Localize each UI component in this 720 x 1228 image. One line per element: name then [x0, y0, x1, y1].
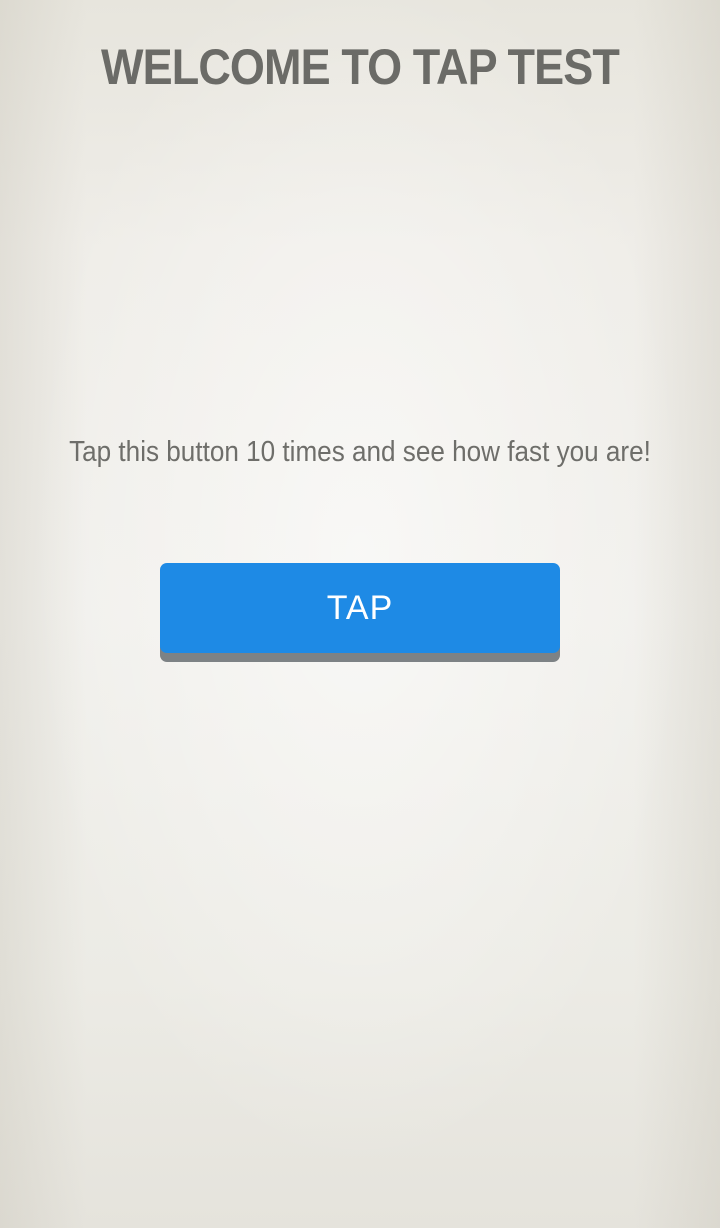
- tap-button-label: TAP: [326, 588, 394, 627]
- page-title: WELCOME TO TAP TEST: [101, 39, 620, 95]
- tap-button[interactable]: TAP: [160, 563, 560, 653]
- app-screen: WELCOME TO TAP TEST Tap this button 10 t…: [0, 0, 720, 1228]
- instructions-text: Tap this button 10 times and see how fas…: [69, 436, 651, 468]
